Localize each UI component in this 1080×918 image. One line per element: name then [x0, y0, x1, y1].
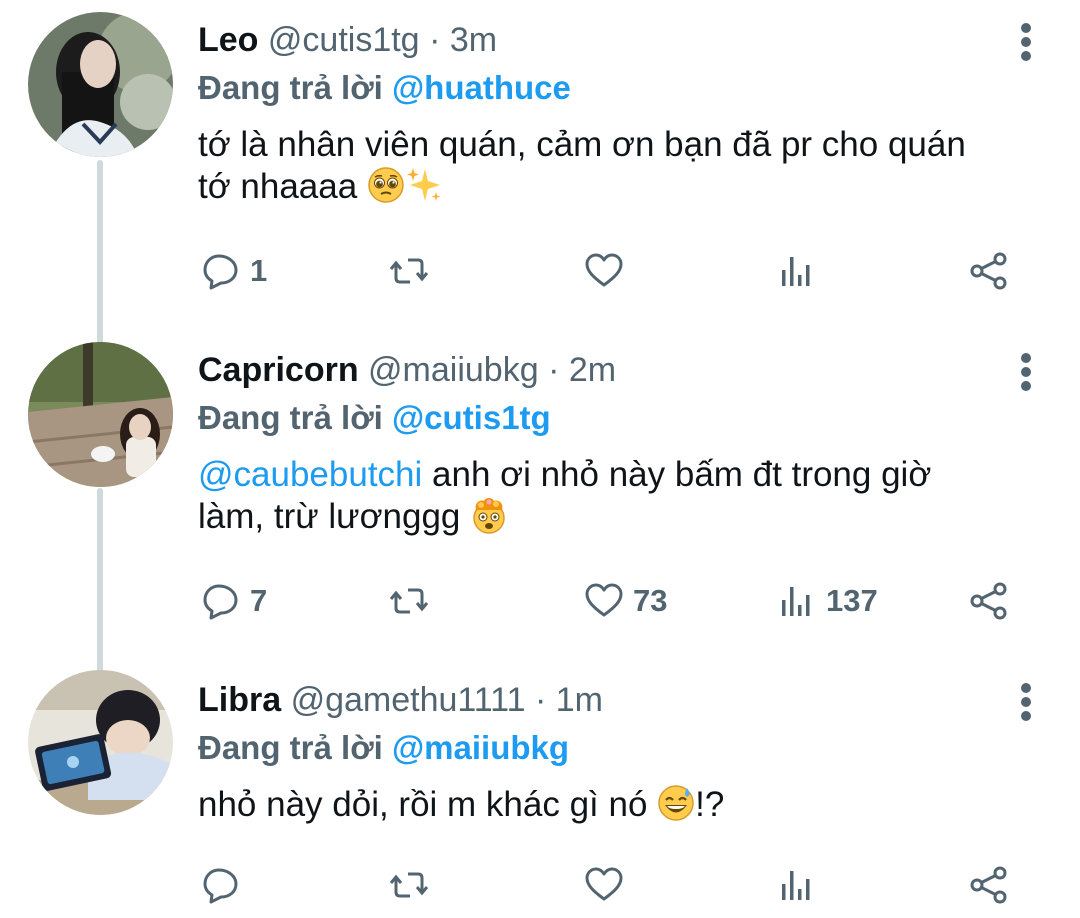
- reply-icon: [203, 254, 238, 290]
- heart-icon: [585, 867, 623, 901]
- user-handle[interactable]: @gamethu1111: [291, 681, 526, 719]
- like-count: 73: [633, 583, 668, 618]
- reply-button[interactable]: 7: [200, 576, 267, 626]
- like-button[interactable]: [583, 860, 633, 910]
- separator-dot: ·: [548, 351, 560, 389]
- replying-to: Đang trả lời @maiiubkg: [198, 726, 569, 770]
- replying-to-label: Đang trả lời: [198, 399, 383, 436]
- share-button[interactable]: [968, 576, 1010, 626]
- display-name[interactable]: Libra: [198, 681, 281, 719]
- heart-icon: [585, 253, 623, 287]
- views-button[interactable]: [776, 246, 826, 296]
- tweet-text-content: tớ là nhân viên quán, cảm ơn bạn đã pr c…: [198, 125, 966, 206]
- reply-icon: [203, 584, 238, 620]
- views-button[interactable]: [776, 860, 826, 910]
- display-name[interactable]: Capricorn: [198, 351, 359, 389]
- sparkles-emoji: [405, 166, 443, 204]
- reply-button[interactable]: [200, 860, 250, 910]
- tweet-actions: [198, 860, 1028, 910]
- analytics-icon: [782, 257, 810, 286]
- retweet-icon: [389, 588, 429, 614]
- share-icon: [970, 866, 1007, 904]
- exploding-head-emoji: [470, 496, 508, 534]
- tweet[interactable]: Capricorn @maiiubkg · 2m Đang trả lời @c…: [0, 330, 1080, 660]
- avatar[interactable]: [28, 342, 173, 487]
- tweet[interactable]: Leo @cutis1tg · 3m Đang trả lời @huathuc…: [0, 0, 1080, 330]
- separator-dot: ·: [429, 21, 441, 59]
- retweet-button[interactable]: [388, 576, 438, 626]
- grinning-sweat-emoji: [657, 784, 695, 822]
- timestamp[interactable]: 3m: [450, 21, 497, 59]
- reply-count: 7: [250, 583, 268, 618]
- timestamp[interactable]: 2m: [569, 351, 616, 389]
- replying-to-label: Đang trả lời: [198, 729, 383, 766]
- separator-dot: ·: [534, 681, 547, 719]
- more-options-icon[interactable]: [1020, 682, 1032, 722]
- reply-icon: [203, 868, 238, 904]
- avatar[interactable]: [28, 12, 173, 157]
- views-count: 137: [826, 583, 878, 618]
- tweet-header: Leo @cutis1tg · 3m: [198, 18, 497, 62]
- retweet-icon: [389, 872, 429, 898]
- timestamp[interactable]: 1m: [556, 681, 603, 719]
- analytics-icon: [782, 871, 810, 900]
- like-button[interactable]: 73: [583, 576, 667, 626]
- tweet-actions: 1: [198, 246, 1028, 296]
- tweet-text: @caubebutchi anh ơi nhỏ này bấm đt trong…: [198, 454, 998, 538]
- share-icon: [970, 582, 1007, 620]
- user-handle[interactable]: @maiiubkg: [368, 351, 539, 389]
- share-icon: [970, 252, 1007, 290]
- retweet-icon: [389, 258, 429, 284]
- views-button[interactable]: 137: [776, 576, 878, 626]
- replying-to: Đang trả lời @cutis1tg: [198, 396, 551, 440]
- replying-to: Đang trả lời @huathuce: [198, 66, 571, 110]
- tweet-header: Capricorn @maiiubkg · 2m: [198, 348, 616, 392]
- tweet-actions: 7 73 137: [198, 576, 1028, 626]
- reply-count: 1: [250, 253, 268, 288]
- like-button[interactable]: [583, 246, 633, 296]
- tweet-text: tớ là nhân viên quán, cảm ơn bạn đã pr c…: [198, 124, 998, 208]
- more-options-icon[interactable]: [1020, 22, 1032, 62]
- tweet-text: nhỏ này dỏi, rồi m khác gì nó !?: [198, 784, 998, 826]
- more-options-icon[interactable]: [1020, 352, 1032, 392]
- tweet-text-content: nhỏ này dỏi, rồi m khác gì nó: [198, 785, 648, 824]
- retweet-button[interactable]: [388, 246, 438, 296]
- display-name[interactable]: Leo: [198, 21, 258, 59]
- user-handle[interactable]: @cutis1tg: [268, 21, 420, 59]
- replying-to-mention[interactable]: @maiiubkg: [392, 729, 569, 766]
- tweet[interactable]: Libra @gamethu1111 · 1m Đang trả lời @ma…: [0, 660, 1080, 918]
- analytics-icon: [782, 587, 810, 616]
- share-button[interactable]: [968, 860, 1010, 910]
- retweet-button[interactable]: [388, 860, 438, 910]
- reply-button[interactable]: 1: [200, 246, 267, 296]
- share-button[interactable]: [968, 246, 1010, 296]
- tweet-text-suffix: !?: [695, 785, 725, 824]
- replying-to-mention[interactable]: @cutis1tg: [392, 399, 551, 436]
- tweet-header: Libra @gamethu1111 · 1m: [198, 678, 603, 722]
- heart-icon: [585, 583, 623, 617]
- mention-link[interactable]: @caubebutchi: [198, 455, 422, 494]
- replying-to-mention[interactable]: @huathuce: [392, 69, 571, 106]
- avatar[interactable]: [28, 670, 173, 815]
- replying-to-label: Đang trả lời: [198, 69, 383, 106]
- pleading-face-emoji: [367, 166, 405, 204]
